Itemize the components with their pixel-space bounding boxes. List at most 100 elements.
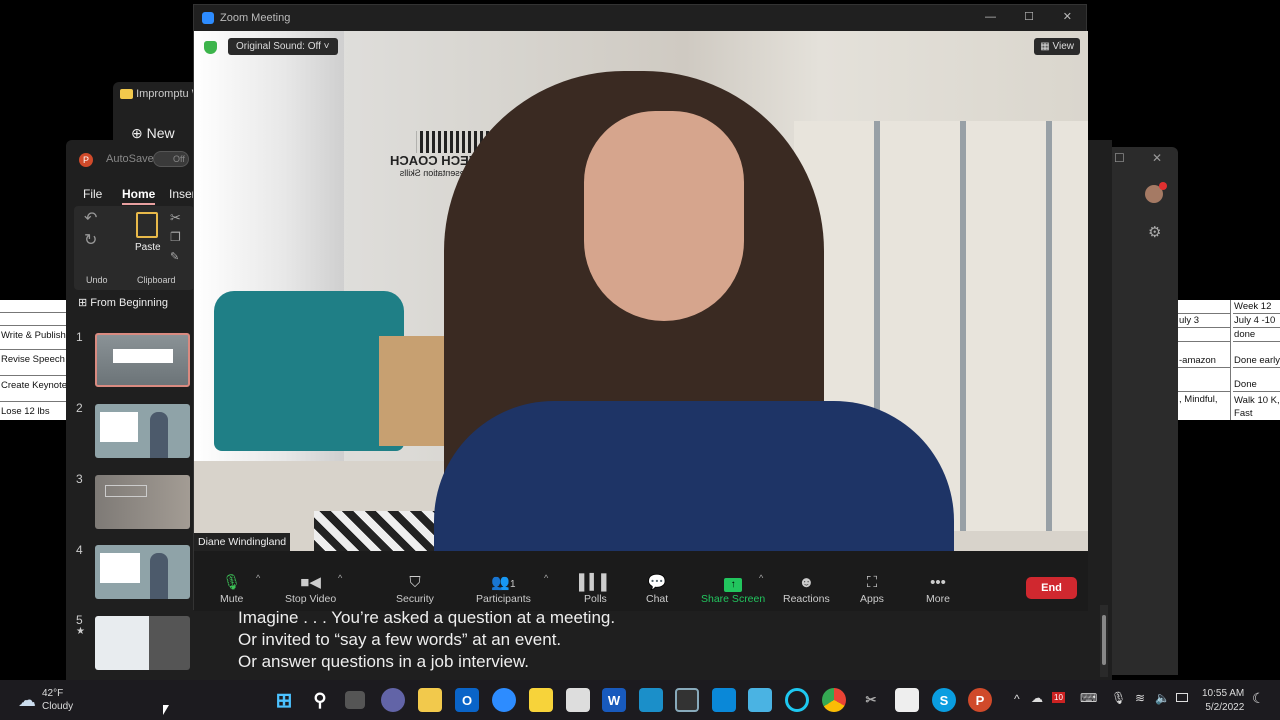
focus-assist-icon[interactable]: ☾ — [1252, 690, 1265, 707]
slide-thumbnail-5[interactable] — [95, 616, 190, 670]
start-icon[interactable]: ⊞ — [272, 688, 296, 712]
slide-thumbnail-4[interactable] — [95, 545, 190, 599]
security-button[interactable]: ⛉ Security — [396, 573, 434, 605]
sheet-cell — [1178, 368, 1231, 392]
participant-video: TUAL SPEECH COACHing Experts' Presentati… — [194, 31, 1088, 551]
slide-star-icon: ★ — [76, 626, 85, 637]
wifi-icon[interactable]: ≋ — [1135, 691, 1145, 705]
search-icon[interactable]: ⚲ — [308, 688, 332, 712]
recording-app-icon[interactable] — [675, 688, 699, 712]
outlook-icon[interactable]: O — [455, 688, 479, 712]
close-icon[interactable]: ✕ — [1152, 151, 1162, 165]
polls-button[interactable]: ▌▍▌ Polls — [579, 573, 612, 605]
security-label: Security — [396, 593, 434, 605]
microphone-icon[interactable]: 🎙 — [1111, 691, 1126, 705]
autosave-toggle[interactable]: Off — [153, 151, 189, 167]
tab-file[interactable]: File — [83, 187, 102, 201]
gear-icon[interactable]: ⚙ — [1148, 223, 1161, 241]
end-meeting-button[interactable]: End — [1026, 577, 1077, 599]
volume-icon[interactable]: 🔈 — [1155, 691, 1170, 705]
paste-button[interactable]: Paste — [135, 242, 161, 253]
webcam-app-icon[interactable] — [639, 688, 663, 712]
sheet-cell: uly 3 — [1178, 314, 1231, 328]
speaker-notes[interactable]: Imagine . . . You’re asked a question at… — [238, 607, 615, 673]
window-title: Zoom Meeting — [220, 12, 291, 24]
zoom-meeting-window[interactable]: Zoom Meeting — ☐ ✕ TUAL SPEECH COACHing … — [193, 4, 1088, 611]
calculator-icon[interactable] — [566, 688, 590, 712]
apps-label: Apps — [860, 593, 884, 605]
battery-icon[interactable] — [1176, 693, 1188, 702]
paste-icon[interactable] — [136, 212, 158, 238]
keyboard-icon[interactable]: ⌨ — [1080, 691, 1097, 705]
file-explorer-icon[interactable] — [418, 688, 442, 712]
copy-icon[interactable]: ❐ — [170, 230, 181, 244]
more-button[interactable]: ••• More — [926, 573, 950, 605]
chrome-icon[interactable] — [822, 688, 846, 712]
zoom-app-icon[interactable] — [492, 688, 516, 712]
share-screen-button[interactable]: ↑ Share Screen — [701, 573, 765, 605]
meeting-toolbar: 🎙 Mute ^ ■◀ Stop Video ^ ⛉ Security 👥1 Parti… — [194, 551, 1088, 611]
notes-line: Or answer questions in a job interview. — [238, 652, 530, 671]
audio-options-chevron[interactable]: ^ — [256, 573, 260, 583]
snipping-tool-icon[interactable]: ✂ — [859, 688, 883, 712]
mute-button[interactable]: 🎙 Mute — [220, 573, 243, 605]
autosave-label: AutoSave — [106, 153, 154, 165]
armchair — [214, 291, 404, 451]
maximize-icon[interactable]: ☐ — [1024, 10, 1034, 23]
show-hidden-icons-chevron[interactable]: ^ — [1014, 692, 1020, 706]
notepad-icon[interactable] — [748, 688, 772, 712]
original-sound-button[interactable]: Original Sound: Off ˅ — [228, 38, 338, 55]
format-painter-icon[interactable]: ✎ — [170, 250, 179, 263]
notes-scrollbar[interactable] — [1100, 605, 1108, 677]
participants-count: 1 — [509, 579, 516, 590]
avatar[interactable] — [1145, 182, 1167, 203]
slide-thumbnail-2[interactable] — [95, 404, 190, 458]
from-beginning-button[interactable]: ⊞ From Beginning — [78, 296, 168, 309]
slide-number: 1 — [76, 330, 83, 344]
clock[interactable]: 10:55 AM 5/2/2022 — [1202, 687, 1244, 715]
sheet-cell: -amazon — [1178, 342, 1231, 368]
calendar-badge[interactable]: 10 — [1052, 692, 1065, 703]
tab-home[interactable]: Home — [122, 187, 156, 205]
secondary-window[interactable]: ☐ ✕ ⚙ — [1112, 147, 1178, 675]
apps-icon: ⛶ — [866, 574, 878, 591]
cortana-icon[interactable] — [785, 688, 809, 712]
folder-icon — [120, 89, 133, 100]
stop-video-button[interactable]: ■◀ Stop Video — [285, 573, 336, 605]
redo-icon[interactable]: ↻ — [84, 230, 97, 250]
powerpoint-icon[interactable]: P — [968, 688, 992, 712]
teams-chat-icon[interactable] — [381, 688, 405, 712]
participants-button[interactable]: 👥1 Participants — [476, 573, 531, 605]
chat-button[interactable]: 💬 Chat — [646, 573, 668, 605]
skype-icon[interactable]: S — [932, 688, 956, 712]
minimize-icon[interactable]: — — [985, 11, 996, 23]
onedrive-icon[interactable]: ☁ — [1031, 691, 1043, 705]
participants-options-chevron[interactable]: ^ — [544, 573, 548, 583]
reactions-button[interactable]: ☻ Reactions — [783, 573, 830, 605]
slide-thumbnail-3[interactable] — [95, 475, 190, 529]
clipchamp-icon[interactable] — [895, 688, 919, 712]
sheet-cell: Done — [1233, 368, 1280, 392]
view-button[interactable]: ▦ View — [1034, 38, 1080, 55]
sticky-notes-icon[interactable] — [529, 688, 553, 712]
stop-video-label: Stop Video — [285, 593, 337, 605]
slide-thumbnail-1[interactable] — [95, 333, 190, 387]
close-icon[interactable]: ✕ — [1063, 10, 1072, 23]
share-options-chevron[interactable]: ^ — [759, 573, 763, 583]
sheet-cell: Done early — [1233, 342, 1280, 368]
from-beginning-label: From Beginning — [90, 297, 168, 309]
weather-widget[interactable]: ☁ 42°F Cloudy — [18, 687, 73, 713]
sheet-cell: July 4 -10 — [1233, 314, 1280, 328]
undo-icon[interactable]: ↶ — [84, 208, 97, 228]
polls-label: Polls — [584, 593, 607, 605]
tab-insert[interactable]: Inser — [169, 187, 196, 201]
cut-icon[interactable]: ✂ — [170, 210, 181, 226]
video-options-chevron[interactable]: ^ — [338, 573, 342, 583]
task-view-icon[interactable] — [345, 691, 365, 709]
sheet-cell: done — [1233, 328, 1280, 342]
word-icon[interactable]: W — [602, 688, 626, 712]
maximize-icon[interactable]: ☐ — [1114, 151, 1125, 165]
store-icon[interactable] — [712, 688, 736, 712]
apps-button[interactable]: ⛶ Apps — [860, 573, 884, 605]
sheet-cell: Week 12 — [1233, 300, 1280, 314]
